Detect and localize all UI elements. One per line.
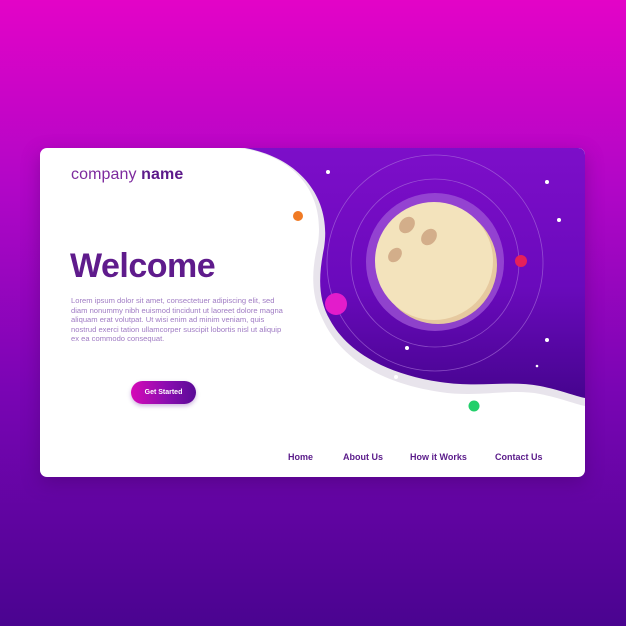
- nav-link-how-it-works[interactable]: How it Works: [410, 452, 467, 462]
- footer-nav: Home About Us How it Works Contact Us: [40, 452, 585, 464]
- star-icon: [326, 170, 330, 174]
- hero-title: Welcome: [70, 247, 216, 285]
- planet-dot-icon: [325, 293, 347, 315]
- planet-dot-icon: [515, 255, 527, 267]
- star-icon: [557, 218, 561, 222]
- star-icon: [535, 364, 539, 368]
- brand-name-bold: name: [141, 166, 184, 183]
- company-logo[interactable]: company name: [71, 166, 183, 184]
- brand-name-light: company: [71, 166, 137, 183]
- star-icon: [545, 180, 549, 184]
- star-icon: [405, 346, 409, 350]
- get-started-button[interactable]: Get Started: [131, 381, 196, 404]
- star-icon: [394, 375, 398, 379]
- planet-dot-icon: [468, 400, 480, 412]
- star-icon: [545, 338, 549, 342]
- hero-description: Lorem ipsum dolor sit amet, consectetuer…: [71, 296, 283, 344]
- planet-dot-icon: [293, 211, 303, 221]
- nav-link-home[interactable]: Home: [288, 452, 313, 462]
- nav-link-about-us[interactable]: About Us: [343, 452, 383, 462]
- landing-card: company name Welcome Lorem ipsum dolor s…: [40, 148, 585, 477]
- nav-link-contact-us[interactable]: Contact Us: [495, 452, 543, 462]
